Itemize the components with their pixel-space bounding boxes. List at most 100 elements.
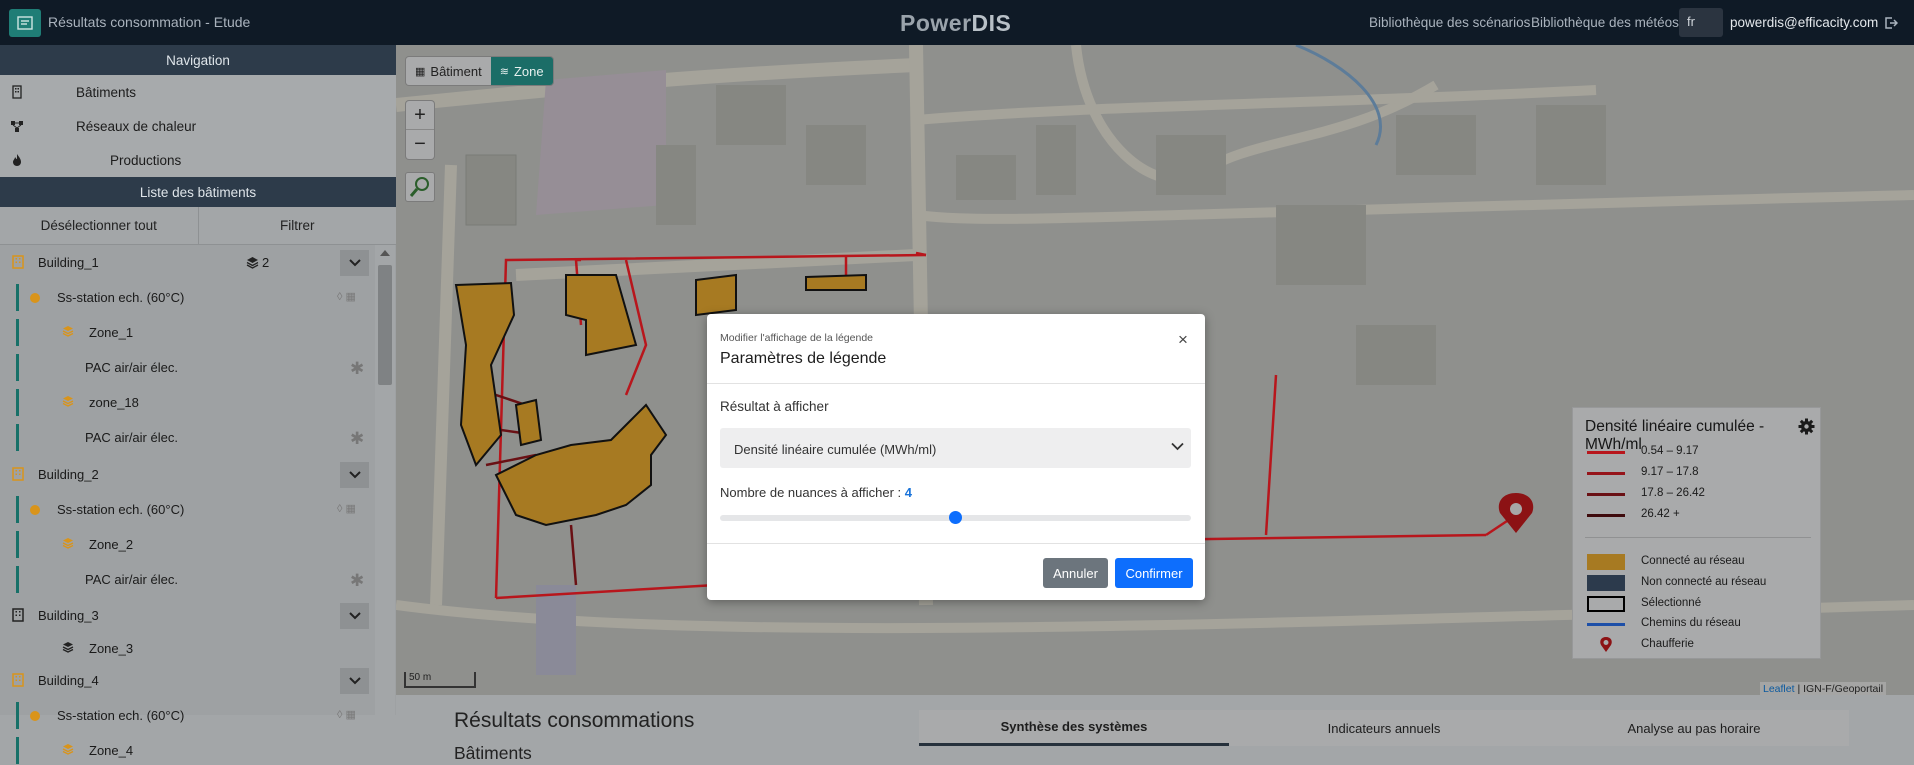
gear-icon[interactable] xyxy=(1798,418,1815,435)
tab-analyse[interactable]: Analyse au pas horaire xyxy=(1539,710,1849,746)
language-select[interactable]: fr xyxy=(1679,8,1723,37)
layers-icon xyxy=(62,744,74,755)
confirm-button[interactable]: Confirmer xyxy=(1115,558,1193,588)
weather-library-link[interactable]: Bibliothèque des météos xyxy=(1531,15,1679,30)
tree-row-zone[interactable]: Zone_2 xyxy=(0,527,372,562)
deselect-all-button[interactable]: Désélectionner tout xyxy=(0,207,199,244)
results-tabs: Synthèse des systèmes Indicateurs annuel… xyxy=(919,710,1849,746)
nuances-value: 4 xyxy=(904,485,912,500)
legend-range-swatch xyxy=(1587,451,1625,454)
legend-range-label: 0.54 – 9.17 xyxy=(1641,445,1699,457)
tab-synthese[interactable]: Synthèse des systèmes xyxy=(919,710,1229,746)
station-dot-icon xyxy=(30,293,40,303)
building-icon xyxy=(12,255,24,269)
zoom-out-button[interactable]: − xyxy=(406,130,434,159)
tree-row-station[interactable]: Ss-station ech. (60°C) ◊ ▦ xyxy=(0,280,372,315)
tree-row-system[interactable]: PAC air/air élec. ✱ xyxy=(0,420,372,455)
magnifier-button[interactable] xyxy=(406,173,434,201)
station-dot-icon xyxy=(30,711,40,721)
tree-row-building-4[interactable]: Building_4 xyxy=(0,663,372,698)
tab-indicateurs[interactable]: Indicateurs annuels xyxy=(1229,710,1539,746)
flame-icon xyxy=(13,154,21,166)
menu-toggle-button[interactable] xyxy=(9,9,41,37)
tree-row-system[interactable]: PAC air/air élec. ✱ xyxy=(0,562,372,597)
tree-row-system[interactable]: PAC air/air élec. ✱ xyxy=(0,350,372,385)
modal-title: Paramètres de légende xyxy=(720,350,887,367)
nuances-slider-thumb[interactable] xyxy=(949,511,962,524)
legend-range-label: 9.17 – 17.8 xyxy=(1641,466,1699,478)
tree-row-building-1[interactable]: Building_1 2 xyxy=(0,245,372,280)
leaflet-link[interactable]: Leaflet xyxy=(1763,683,1795,695)
chevron-down-icon[interactable] xyxy=(340,603,369,629)
station-dot-icon xyxy=(30,505,40,515)
tree-row-zone[interactable]: zone_18 xyxy=(0,385,372,420)
results-panel: Résultats consommations Bâtiments Synthè… xyxy=(396,695,1914,765)
legend-range-swatch xyxy=(1587,514,1625,517)
chevron-down-icon xyxy=(1171,442,1184,451)
results-subtitle: Bâtiments xyxy=(454,743,532,763)
layers-icon xyxy=(62,326,74,337)
legend-range-swatch xyxy=(1587,472,1625,475)
view-toggle: ▦ Bâtiment ≋ Zone xyxy=(406,57,553,85)
scroll-up-icon[interactable] xyxy=(380,250,390,256)
scenarios-library-link[interactable]: Bibliothèque des scénarios xyxy=(1369,15,1530,30)
layers-icon xyxy=(246,257,259,269)
asterisk-icon: ✱ xyxy=(350,571,365,590)
tree-row-zone[interactable]: Zone_3 xyxy=(0,631,372,666)
layers-icon xyxy=(62,642,74,653)
legend-range-label: 17.8 – 26.42 xyxy=(1641,487,1705,499)
tree-row-station[interactable]: Ss-station ech. (60°C) ◊ ▦ xyxy=(0,492,372,527)
tree-row-building-3[interactable]: Building_3 xyxy=(0,598,372,633)
map-attribution: Leaflet | IGN-F/Geoportail xyxy=(1760,682,1887,695)
user-email[interactable]: powerdis@efficacity.com xyxy=(1730,15,1878,30)
zoom-in-button[interactable]: + xyxy=(406,101,434,130)
result-select[interactable]: Densité linéaire cumulée (MWh/ml) xyxy=(720,428,1191,468)
brand-logo: PowerDIS xyxy=(900,10,1012,36)
toggle-zone-button[interactable]: ≋ Zone xyxy=(490,57,553,85)
filter-button[interactable]: Filtrer xyxy=(199,207,397,244)
nav-item-reseaux[interactable]: Réseaux de chaleur xyxy=(0,109,396,143)
nav-item-productions[interactable]: Productions xyxy=(0,143,396,177)
zone-count: 2 xyxy=(262,255,270,270)
building-list-header: Liste des bâtiments xyxy=(0,177,396,207)
boiler-marker-icon xyxy=(1600,637,1612,652)
chevron-down-icon[interactable] xyxy=(340,250,369,276)
legend-swatch-selected xyxy=(1587,596,1625,612)
hamburger-icon xyxy=(17,16,33,30)
layers-icon xyxy=(62,396,74,407)
results-title: Résultats consommations xyxy=(454,709,695,732)
map-legend: Densité linéaire cumulée - MWh/ml 0.54 –… xyxy=(1572,407,1821,659)
legend-swatch-connected xyxy=(1587,554,1625,570)
tree-row-zone[interactable]: Zone_4 xyxy=(0,733,372,765)
chevron-down-icon[interactable] xyxy=(340,668,369,694)
close-icon[interactable]: × xyxy=(1178,330,1188,350)
chevron-down-icon[interactable] xyxy=(340,462,369,488)
toggle-batiment-button[interactable]: ▦ Bâtiment xyxy=(406,57,491,85)
cancel-button[interactable]: Annuler xyxy=(1043,558,1108,588)
page-title: Résultats consommation - Etude xyxy=(48,14,251,30)
tree-scrollbar[interactable] xyxy=(375,245,395,715)
navigation-header: Navigation xyxy=(0,45,396,75)
legend-title: Densité linéaire cumulée - MWh/ml xyxy=(1585,418,1765,453)
nuances-label: Nombre de nuances à afficher : 4 xyxy=(720,485,912,500)
map-scale: 50 m xyxy=(404,672,476,688)
building-icon xyxy=(12,673,24,687)
nav-item-batiments[interactable]: Bâtiments xyxy=(0,75,396,109)
top-bar: Résultats consommation - Etude PowerDIS … xyxy=(0,0,1914,45)
legend-swatch-network-paths xyxy=(1587,623,1625,626)
logout-icon[interactable] xyxy=(1884,16,1898,30)
asterisk-icon: ✱ xyxy=(350,359,365,378)
building-name: Building_1 xyxy=(38,255,99,270)
station-status-icons: ◊ ▦ xyxy=(337,503,356,515)
sidebar: Navigation Bâtiments Réseaux de chaleur … xyxy=(0,45,396,765)
magnifier-icon xyxy=(409,177,429,197)
network-icon xyxy=(11,121,23,132)
tree-row-zone[interactable]: Zone_1 xyxy=(0,315,372,350)
scrollbar-thumb[interactable] xyxy=(378,265,392,385)
tree-row-station[interactable]: Ss-station ech. (60°C) ◊ ▦ xyxy=(0,698,372,733)
building-icon xyxy=(12,467,24,481)
building-tree: Building_1 2 Ss-station ech. (60°C) ◊ ▦ … xyxy=(0,245,396,764)
legend-range-label: 26.42 + xyxy=(1641,508,1680,520)
tree-row-building-2[interactable]: Building_2 xyxy=(0,457,372,492)
station-status-icons: ◊ ▦ xyxy=(337,291,356,303)
